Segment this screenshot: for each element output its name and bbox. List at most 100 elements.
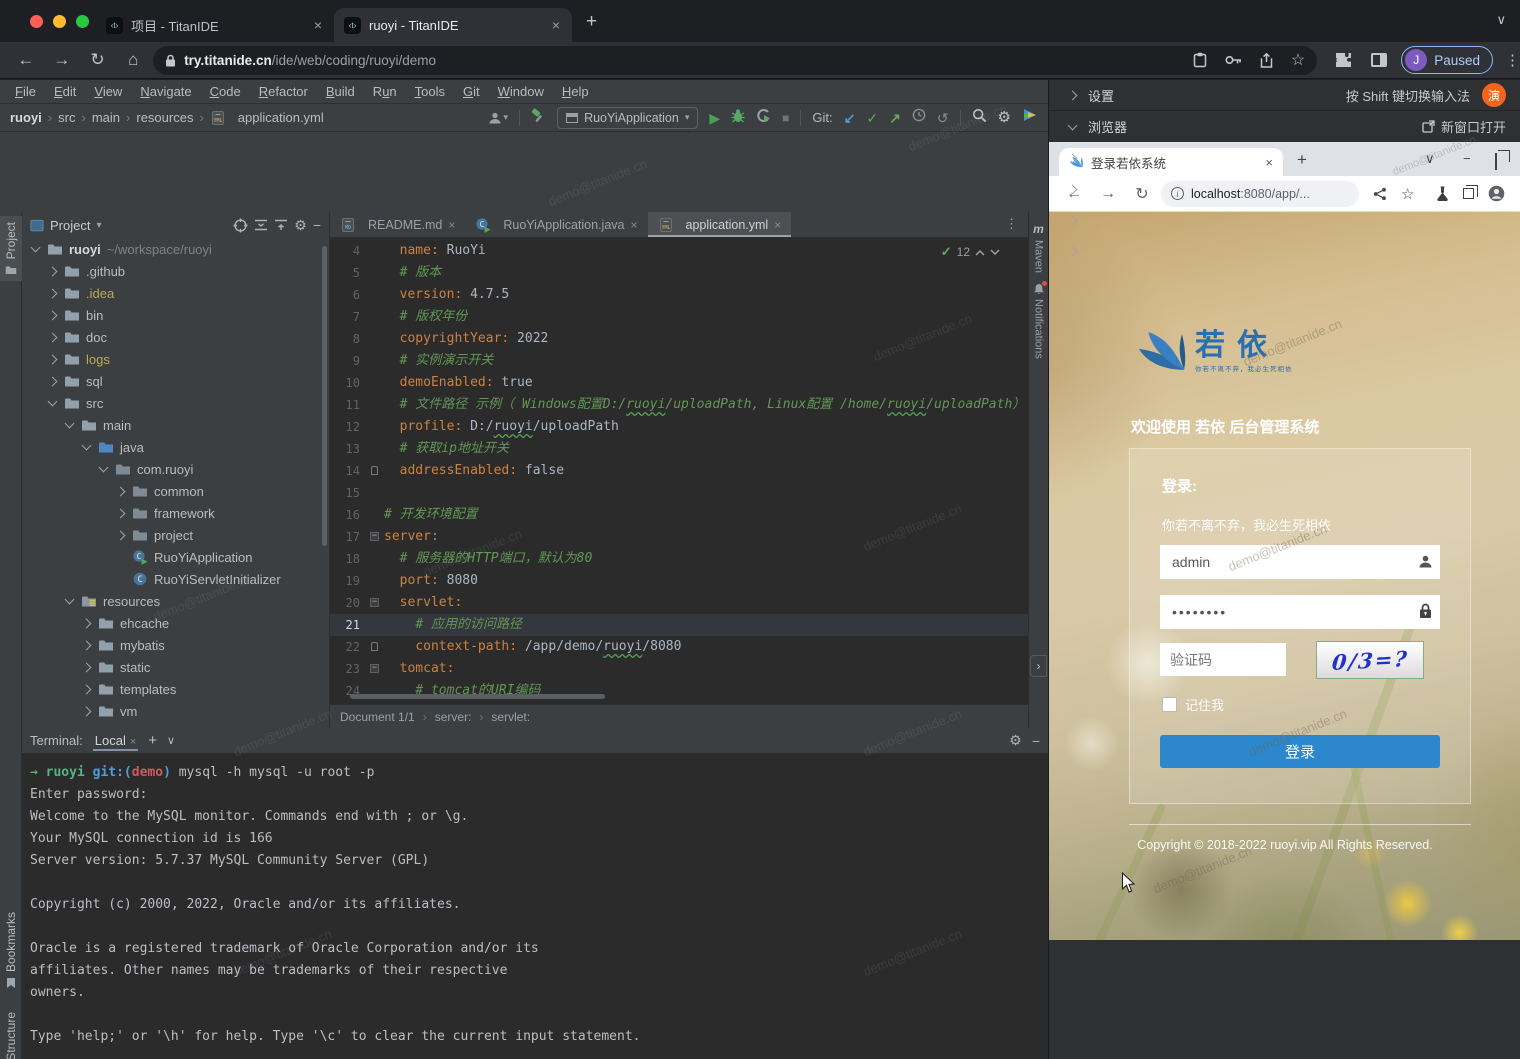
breadcrumb-item[interactable]: main [92,110,120,125]
breadcrumb-item[interactable]: src [58,110,75,125]
embedded-share-icon[interactable] [1373,187,1387,201]
editor-area[interactable]: MDREADME.md × CRuoYiApplication.java × Y… [330,212,1028,728]
browser-menu-kebab-icon[interactable]: ⋮ [1505,51,1520,69]
tree-chevron-icon[interactable] [48,266,58,276]
tool-window-maven-button[interactable]: mMaven [1029,222,1048,273]
tree-item-sql[interactable]: sql [22,370,329,392]
menu-refactor[interactable]: Refactor [250,84,317,99]
tree-chevron-icon[interactable] [116,530,126,540]
tree-chevron-icon[interactable] [48,288,58,298]
terminal-tab-local[interactable]: Local× [93,730,139,751]
tree-chevron-icon[interactable] [82,706,92,716]
tree-item-framework[interactable]: framework [22,502,329,524]
code-line-14[interactable]: 14 addressEnabled: false [330,460,1028,482]
build-hammer-icon[interactable] [531,108,546,128]
tree-item-vm[interactable]: vm [22,700,329,722]
tree-chevron-icon[interactable] [48,376,58,386]
tab-close-icon[interactable]: × [550,17,562,33]
tree-chevron-icon[interactable] [48,310,58,320]
clipboard-icon[interactable] [1193,52,1207,68]
tree-item-main[interactable]: main [22,414,329,436]
git-rollback-icon[interactable]: ↺ [937,111,949,125]
tree-item-logs[interactable]: logs [22,348,329,370]
embedded-reload-icon[interactable]: ↻ [1133,184,1151,204]
username-field[interactable] [1160,545,1440,579]
code-line-6[interactable]: 6 version: 4.7.5 [330,284,1028,306]
tool-window-bookmarks-button[interactable]: Bookmarks [0,912,22,989]
tree-chevron-icon[interactable] [65,419,75,429]
code-line-16[interactable]: 16 # 开发环境配置 [330,504,1028,526]
panel-expander-chevron[interactable]: › [1030,655,1047,677]
tree-chevron-icon[interactable] [48,397,58,407]
captcha-field[interactable] [1160,643,1286,676]
browser-tab[interactable]: ‹t› ruoyi - TitanIDE × [334,8,572,42]
code-line-20[interactable]: 20 − servlet: [330,592,1028,614]
tree-chevron-icon[interactable] [99,463,109,473]
tree-item-java[interactable]: java [22,436,329,458]
tree-item-common[interactable]: common [22,480,329,502]
tab-close-icon[interactable]: × [312,17,324,33]
side-panel-icon[interactable] [1371,53,1387,67]
code-line-15[interactable]: 15 [330,482,1028,504]
embedded-bookmark-star-icon[interactable]: ☆ [1401,185,1414,203]
editor-tab-close-icon[interactable]: × [630,218,637,232]
menu-edit[interactable]: Edit [45,84,85,99]
fold-marker-icon[interactable]: − [370,664,379,673]
bookmark-star-icon[interactable]: ☆ [1291,50,1305,70]
code-line-9[interactable]: 9 # 实例演示开关 [330,350,1028,372]
tree-chevron-icon[interactable] [82,684,92,694]
new-terminal-icon[interactable]: + [148,732,157,749]
embedded-forward-icon[interactable]: → [1099,185,1117,203]
tree-item-RuoYiApplication[interactable]: C RuoYiApplication [22,546,329,568]
profile-chip[interactable]: J Paused [1401,46,1493,74]
code-line-4[interactable]: 4 name: RuoYi [330,240,1028,262]
tree-item-ruoyi[interactable]: ruoyi ~/workspace/ruoyi [22,238,329,260]
code-line-10[interactable]: 10 demoEnabled: true [330,372,1028,394]
menu-tools[interactable]: Tools [406,84,454,99]
embedded-tab-close-icon[interactable]: × [1265,155,1273,170]
home-icon[interactable]: ⌂ [123,50,143,70]
code-line-7[interactable]: 7 # 版权年份 [330,306,1028,328]
menu-code[interactable]: Code [201,84,250,99]
login-button[interactable]: 登录 [1160,735,1440,768]
menu-build[interactable]: Build [317,84,364,99]
editor-tab-RuoYiApplication.java[interactable]: CRuoYiApplication.java × [465,212,647,237]
browser-tab[interactable]: ‹t› 项目 - TitanIDE × [96,8,334,42]
git-push-icon[interactable]: ↗ [889,111,901,125]
gutter-marker-icon[interactable] [371,642,378,651]
tab-search-chevron-icon[interactable]: ∨ [1496,12,1506,28]
breadcrumb-file[interactable]: application.yml [238,110,324,125]
menu-run[interactable]: Run [364,84,406,99]
tree-chevron-icon[interactable] [82,618,92,628]
embedded-tab[interactable]: 登录若依系统 × [1059,148,1283,176]
code-line-17[interactable]: 17 − server: [330,526,1028,548]
tree-item-com.ruoyi[interactable]: com.ruoyi [22,458,329,480]
terminal-minimize-icon[interactable]: − [1032,733,1040,749]
code-line-21[interactable]: 21 # 应用的访问路径 [330,614,1028,636]
code-line-13[interactable]: 13 # 获取ip地址开关 [330,438,1028,460]
tree-chevron-icon[interactable] [48,354,58,364]
collapse-all-icon[interactable] [274,218,288,232]
tree-chevron-icon[interactable] [116,486,126,496]
tree-item-ehcache[interactable]: ehcache [22,612,329,634]
run-button[interactable]: ▶ [709,111,720,125]
extensions-puzzle-icon[interactable] [1335,51,1353,69]
tool-window-project-button[interactable]: Project [0,216,22,281]
gutter-marker-icon[interactable] [371,466,378,475]
tree-item-bin[interactable]: bin [22,304,329,326]
reload-icon[interactable]: ↻ [88,50,108,70]
doc-breadcrumb-item[interactable]: servlet: [491,710,530,724]
breadcrumb-item[interactable]: resources [136,110,193,125]
ime-badge[interactable]: 演 [1482,83,1506,107]
editor-tab-application.yml[interactable]: YMLapplication.yml × [648,212,792,237]
embedded-profile-icon[interactable] [1488,185,1505,202]
editor-tab-close-icon[interactable]: × [774,218,781,232]
close-window-button[interactable] [30,15,43,28]
tree-chevron-icon[interactable] [82,441,92,451]
stop-button[interactable]: ■ [782,111,789,125]
terminal-tab-close-icon[interactable]: × [130,736,136,748]
git-history-icon[interactable] [912,108,926,127]
menu-git[interactable]: Git [454,84,489,99]
tree-item-.github[interactable]: .github [22,260,329,282]
menu-help[interactable]: Help [553,84,598,99]
